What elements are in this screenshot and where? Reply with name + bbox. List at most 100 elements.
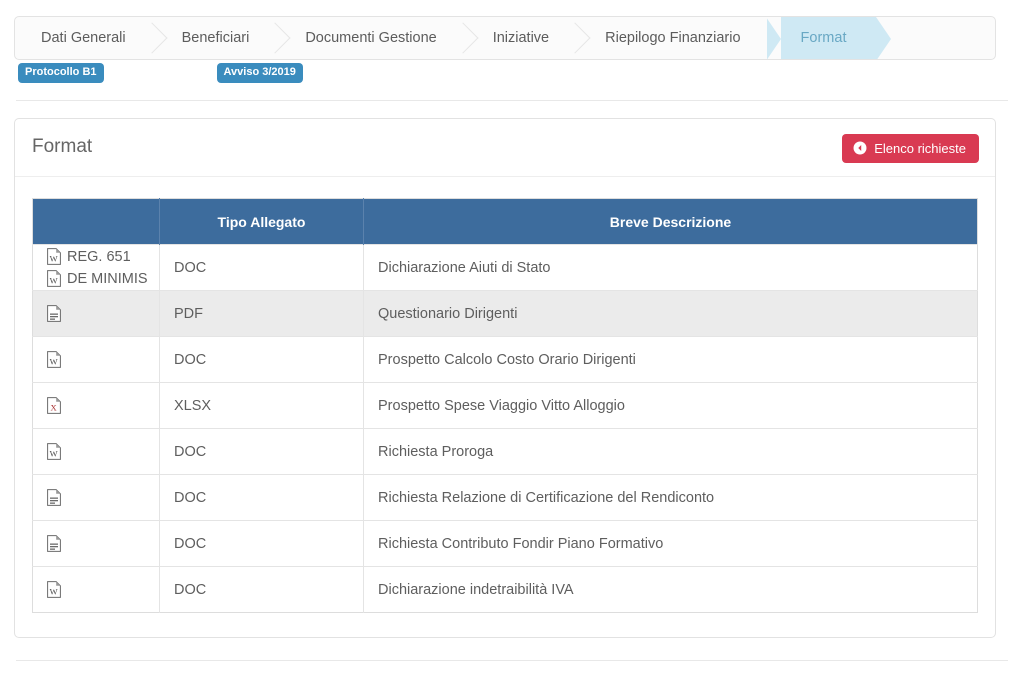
cell-breve-descrizione: Questionario Dirigenti — [363, 290, 978, 337]
file-link[interactable] — [47, 489, 145, 506]
file-label: REG. 651 — [67, 248, 131, 265]
file-link[interactable]: W — [47, 581, 145, 598]
wizard-step-label: Iniziative — [492, 30, 550, 46]
word-file-icon: W — [47, 270, 61, 287]
cell-file-icons — [32, 520, 160, 567]
column-header-breve-descrizione: Breve Descrizione — [363, 198, 978, 245]
cell-breve-descrizione: Richiesta Relazione di Certificazione de… — [363, 474, 978, 521]
cell-file-icons: W — [32, 336, 160, 383]
cell-breve-descrizione: Prospetto Calcolo Costo Orario Dirigenti — [363, 336, 978, 383]
badge-row: Protocollo B1 Avviso 3/2019 — [18, 63, 303, 83]
cell-breve-descrizione: Prospetto Spese Viaggio Vitto Alloggio — [363, 382, 978, 429]
table-row[interactable]: PDF Questionario Dirigenti — [32, 290, 978, 337]
table-body: W REG. 651 W DE MINIMIS DOC Dichiarazione Aiu… — [32, 244, 978, 613]
cell-tipo-allegato: XLSX — [159, 382, 364, 429]
table-row[interactable]: W DOC Prospetto Calcolo Costo Orario Dirig… — [32, 336, 978, 383]
file-icon-group — [47, 489, 145, 506]
cell-file-icons: X — [32, 382, 160, 429]
wizard-step-riepilogo-finanziario[interactable]: Riepilogo Finanziario — [575, 17, 766, 59]
cell-tipo-allegato: DOC — [159, 336, 364, 383]
wizard-step-beneficiari[interactable]: Beneficiari — [152, 17, 291, 59]
svg-text:W: W — [50, 356, 58, 366]
column-header-tipo-allegato: Tipo Allegato — [159, 198, 364, 245]
file-icon-group — [47, 305, 145, 322]
wizard-step-label: Format — [800, 30, 847, 46]
wizard-step-format[interactable]: Format — [765, 17, 892, 59]
excel-file-icon: X — [47, 397, 61, 414]
word-file-icon: W — [47, 443, 61, 460]
file-icon-group: W — [47, 581, 145, 598]
svg-text:W: W — [50, 275, 58, 285]
wizard-step-label: Beneficiari — [181, 30, 250, 46]
cell-tipo-allegato: DOC — [159, 566, 364, 613]
generic-file-icon — [47, 305, 61, 322]
word-file-icon: W — [47, 248, 61, 265]
svg-text:W: W — [50, 586, 58, 596]
file-icon-group: W — [47, 351, 145, 368]
table-header-row: Tipo Allegato Breve Descrizione — [32, 198, 978, 245]
table-header: Tipo Allegato Breve Descrizione — [32, 198, 978, 245]
format-panel: Format Elenco richieste Tipo Allegato Br… — [14, 118, 996, 638]
svg-text:W: W — [50, 448, 58, 458]
divider-bottom — [16, 660, 1008, 661]
page-title: Format — [32, 136, 93, 157]
table-row[interactable]: X XLSX Prospetto Spese Viaggio Vitto Allog… — [32, 382, 978, 429]
table-row[interactable]: W DOC Richiesta Proroga — [32, 428, 978, 475]
file-icon-group — [47, 535, 145, 552]
status-badge: Protocollo B1 — [18, 63, 104, 83]
file-link[interactable]: X — [47, 397, 145, 414]
circle-arrow-left-icon — [853, 141, 867, 155]
cell-tipo-allegato: DOC — [159, 244, 364, 291]
status-badge: Avviso 3/2019 — [216, 63, 303, 83]
generic-file-icon — [47, 489, 61, 506]
cell-tipo-allegato: DOC — [159, 520, 364, 567]
file-link[interactable]: W DE MINIMIS — [47, 270, 148, 287]
cell-file-icons: W REG. 651 W DE MINIMIS — [32, 244, 160, 291]
cell-file-icons: W — [32, 428, 160, 475]
cell-tipo-allegato: DOC — [159, 428, 364, 475]
cell-file-icons — [32, 290, 160, 337]
table-row[interactable]: W DOC Dichiarazione indetraibilità IVA — [32, 566, 978, 613]
wizard-step-iniziative[interactable]: Iniziative — [463, 17, 591, 59]
elenco-richieste-button[interactable]: Elenco richieste — [842, 134, 979, 163]
wizard-step-dati-generali[interactable]: Dati Generali — [15, 17, 168, 59]
elenco-richieste-label: Elenco richieste — [874, 140, 966, 156]
wizard-step-label: Documenti Gestione — [305, 30, 437, 46]
cell-breve-descrizione: Richiesta Contributo Fondir Piano Format… — [363, 520, 978, 567]
format-table: Tipo Allegato Breve Descrizione W REG. 65… — [32, 198, 978, 613]
word-file-icon: W — [47, 581, 61, 598]
cell-tipo-allegato: PDF — [159, 290, 364, 337]
panel-header: Format Elenco richieste — [15, 119, 995, 177]
svg-text:W: W — [50, 253, 58, 263]
file-link[interactable] — [47, 305, 145, 322]
table-row[interactable]: DOC Richiesta Contributo Fondir Piano For… — [32, 520, 978, 567]
word-file-icon: W — [47, 351, 61, 368]
column-header-icon — [32, 198, 160, 245]
file-icon-group: W — [47, 443, 145, 460]
file-label: DE MINIMIS — [67, 270, 148, 287]
cell-breve-descrizione: Richiesta Proroga — [363, 428, 978, 475]
file-link[interactable]: W — [47, 351, 145, 368]
page-root: Dati Generali Beneficiari Documenti Gestio… — [0, 0, 1024, 675]
table-row[interactable]: DOC Richiesta Relazione di Certificazione… — [32, 474, 978, 521]
wizard-step-bar: Dati Generali Beneficiari Documenti Gestio… — [14, 16, 996, 60]
divider-top — [16, 100, 1008, 101]
cell-file-icons: W — [32, 566, 160, 613]
cell-file-icons — [32, 474, 160, 521]
svg-text:X: X — [51, 402, 57, 412]
table-row[interactable]: W REG. 651 W DE MINIMIS DOC Dichiarazione Aiu… — [32, 244, 978, 291]
wizard-step-label: Dati Generali — [41, 30, 126, 46]
generic-file-icon — [47, 535, 61, 552]
file-icon-group: W REG. 651 W DE MINIMIS — [47, 248, 148, 287]
cell-tipo-allegato: DOC — [159, 474, 364, 521]
file-link[interactable] — [47, 535, 145, 552]
cell-breve-descrizione: Dichiarazione Aiuti di Stato — [363, 244, 978, 291]
file-link[interactable]: W REG. 651 — [47, 248, 145, 265]
table-container: Tipo Allegato Breve Descrizione W REG. 65… — [15, 198, 995, 613]
wizard-step-documenti-gestione[interactable]: Documenti Gestione — [275, 17, 479, 59]
file-icon-group: X — [47, 397, 145, 414]
wizard-steps: Dati Generali Beneficiari Documenti Gestio… — [15, 17, 995, 59]
file-link[interactable]: W — [47, 443, 145, 460]
cell-breve-descrizione: Dichiarazione indetraibilità IVA — [363, 566, 978, 613]
wizard-step-label: Riepilogo Finanziario — [605, 30, 741, 46]
